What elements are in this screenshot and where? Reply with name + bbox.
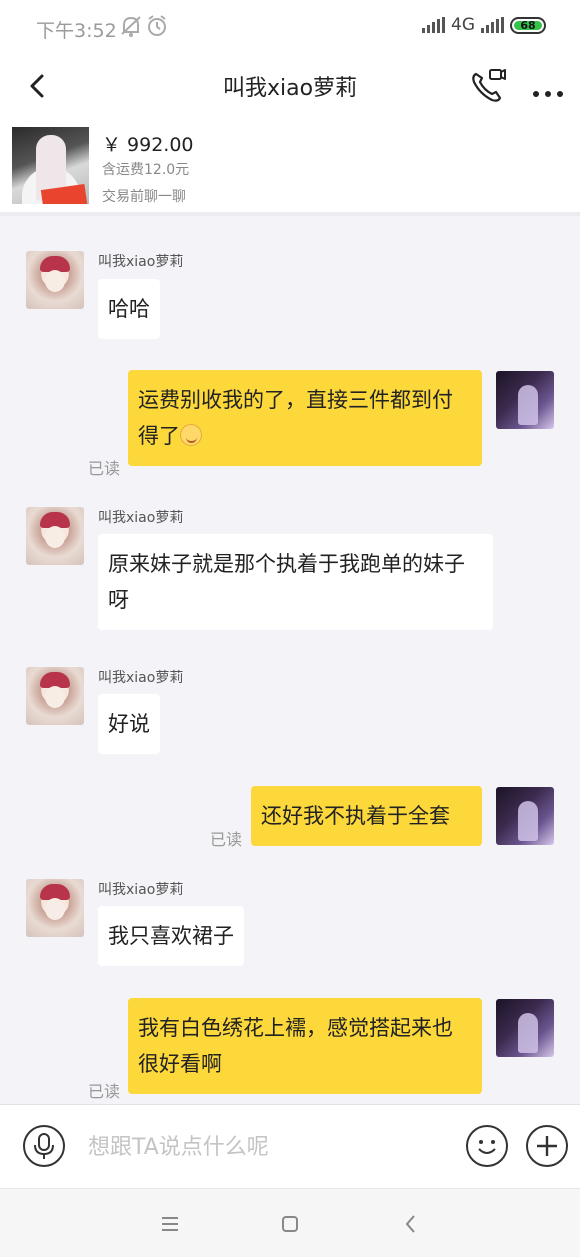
message-bubble[interactable]: 我有白色绣花上襦，感觉搭起来也很好看啊 [128,998,482,1094]
sender-name: 叫我xiao萝莉 [98,510,184,526]
menu-icon [162,1217,178,1231]
status-right: 4G 68 [422,15,546,35]
signal-icon [481,17,504,33]
message-bubble[interactable]: 哈哈 [98,279,160,339]
video-call-button[interactable] [468,66,508,106]
product-image[interactable] [12,127,89,204]
product-price: ￥ 992.00 [102,134,194,156]
nav-back-button[interactable] [396,1209,426,1239]
more-icon [533,91,563,97]
alarm-icon [146,14,168,42]
sender-name: 叫我xiao萝莉 [98,882,184,898]
message-bubble[interactable]: 我只喜欢裙子 [98,906,244,966]
signal-icon [422,17,445,33]
product-shipping: 含运费12.0元 [102,162,190,178]
avatar[interactable] [496,999,554,1057]
microphone-icon [34,1133,54,1159]
sender-name: 叫我xiao萝莉 [98,670,184,686]
plus-icon [537,1136,557,1156]
avatar[interactable] [496,787,554,845]
message-bubble[interactable]: 好说 [98,694,160,754]
message-input[interactable] [88,1127,448,1167]
message-bubble[interactable]: 原来妹子就是那个执着于我跑单的妹子呀 [98,534,493,630]
product-chat-tip: 交易前聊一聊 [102,189,186,205]
read-receipt: 已读 [88,1082,121,1101]
avatar[interactable] [26,251,84,309]
avatar[interactable] [26,507,84,565]
avatar[interactable] [26,879,84,937]
status-time: 下午3:52 [36,20,117,42]
avatar[interactable] [26,667,84,725]
more-button[interactable] [528,66,568,106]
read-receipt: 已读 [88,459,121,478]
chat-header: 叫我xiao萝莉 [0,56,580,116]
avatar[interactable] [496,371,554,429]
network-label: 4G [451,15,475,35]
smile-emoji-icon [180,424,202,446]
sender-name: 叫我xiao萝莉 [98,254,184,270]
battery-level: 68 [520,18,536,32]
message-bubble[interactable]: 还好我不执着于全套 [251,786,482,846]
status-bar: 下午3:52 4G 68 [0,0,580,56]
video-call-icon [472,69,506,102]
back-chevron-icon [405,1215,415,1233]
system-nav-bar [0,1188,580,1257]
more-actions-button[interactable] [526,1125,568,1167]
emoji-face-icon [478,1140,496,1154]
voice-button[interactable] [23,1125,65,1167]
message-bubble[interactable]: 运费别收我的了，直接三件都到付得了 [128,370,482,466]
battery-icon: 68 [510,16,546,34]
home-button[interactable] [275,1209,305,1239]
bell-mute-icon [120,14,142,42]
product-card[interactable] [0,116,580,216]
menu-button[interactable] [155,1209,185,1239]
emoji-button[interactable] [466,1125,508,1167]
home-square-icon [282,1216,298,1232]
read-receipt: 已读 [210,830,243,849]
input-bar [0,1104,580,1188]
